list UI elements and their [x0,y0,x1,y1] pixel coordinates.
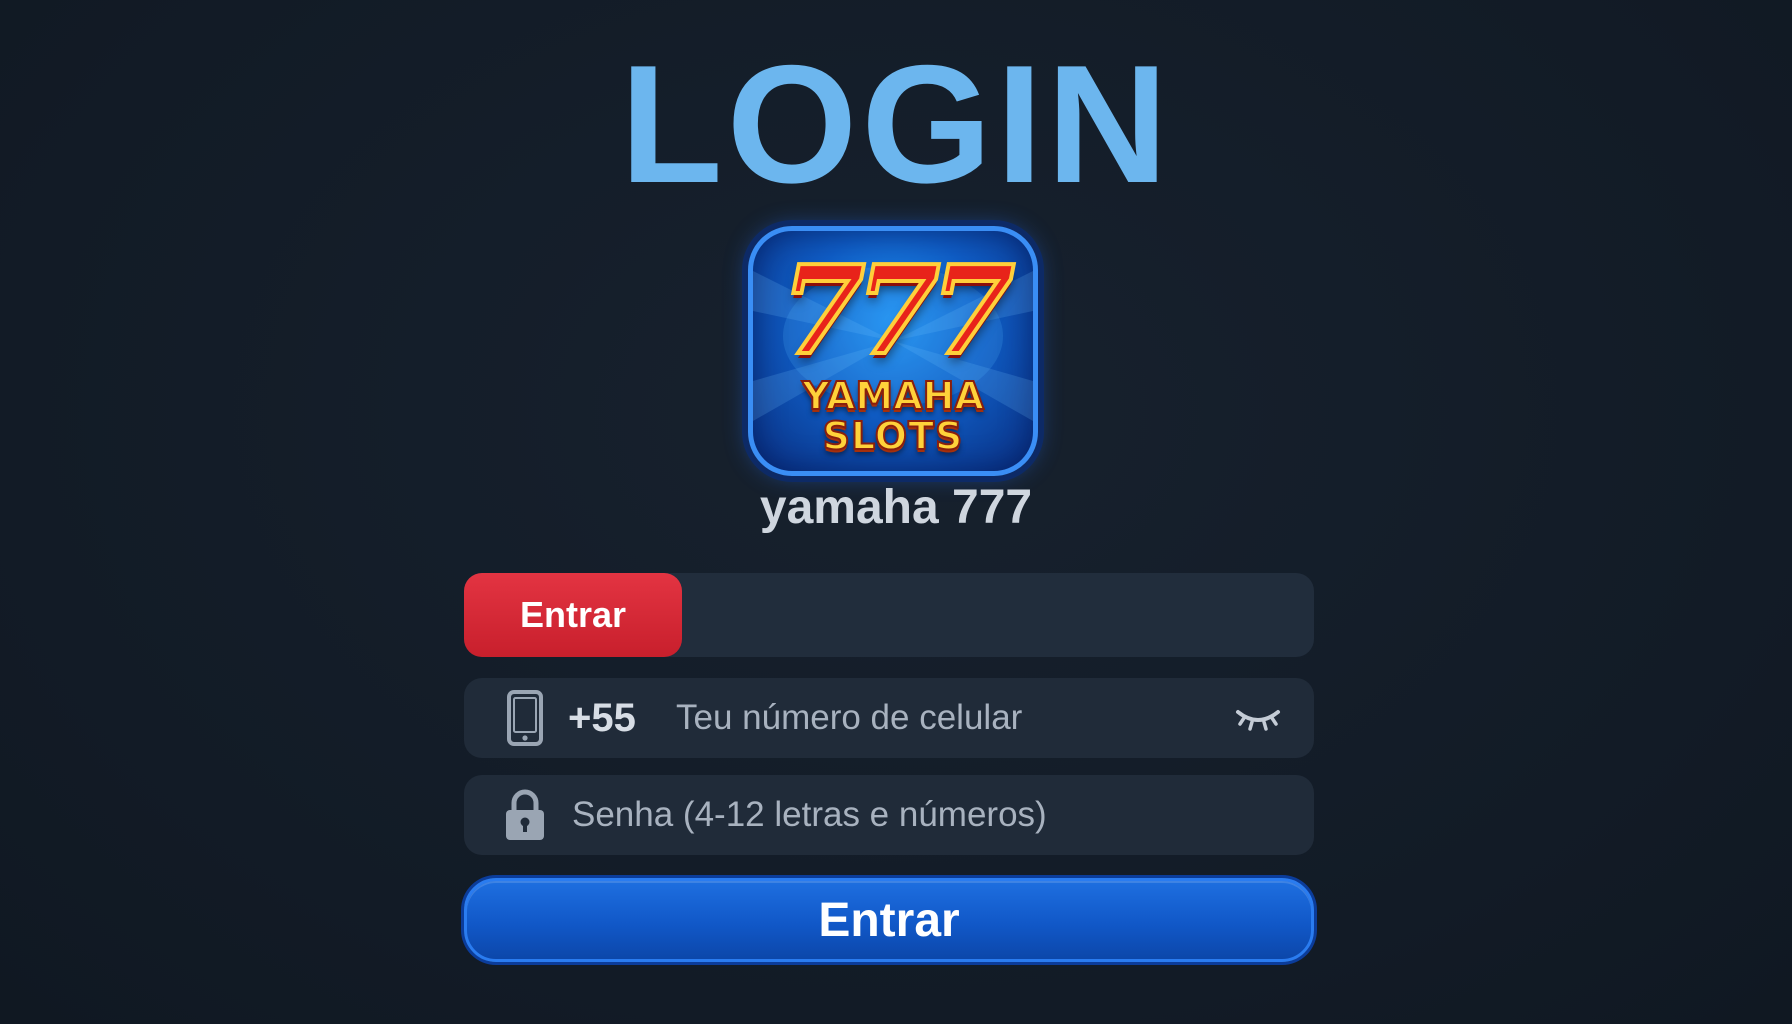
eye-closed-icon[interactable] [1234,702,1282,734]
mobile-phone-icon [507,690,543,746]
app-name: yamaha 777 [759,481,1033,534]
logo-brand-line2: SLOTS [822,414,964,458]
app-logo: 777 YAMAHA SLOTS [748,226,1038,476]
password-input[interactable] [572,775,1272,855]
logo-brand-line1: YAMAHA [801,374,985,418]
phone-number-input[interactable] [676,678,1236,758]
page-title: LOGIN [620,30,1172,218]
country-code[interactable]: +55 [568,678,636,758]
logo-sevens-text: 777 [779,238,1018,382]
login-tab-bar: Entrar [464,573,1314,657]
password-field [464,775,1314,855]
lock-icon [506,789,544,840]
login-page: LOGIN 777 YAMAHA SLOTS yamaha 777 Entrar… [0,0,1792,1024]
phone-field: +55 [464,678,1314,758]
tab-entrar[interactable]: Entrar [464,573,682,657]
login-submit-button[interactable]: Entrar [464,878,1314,962]
